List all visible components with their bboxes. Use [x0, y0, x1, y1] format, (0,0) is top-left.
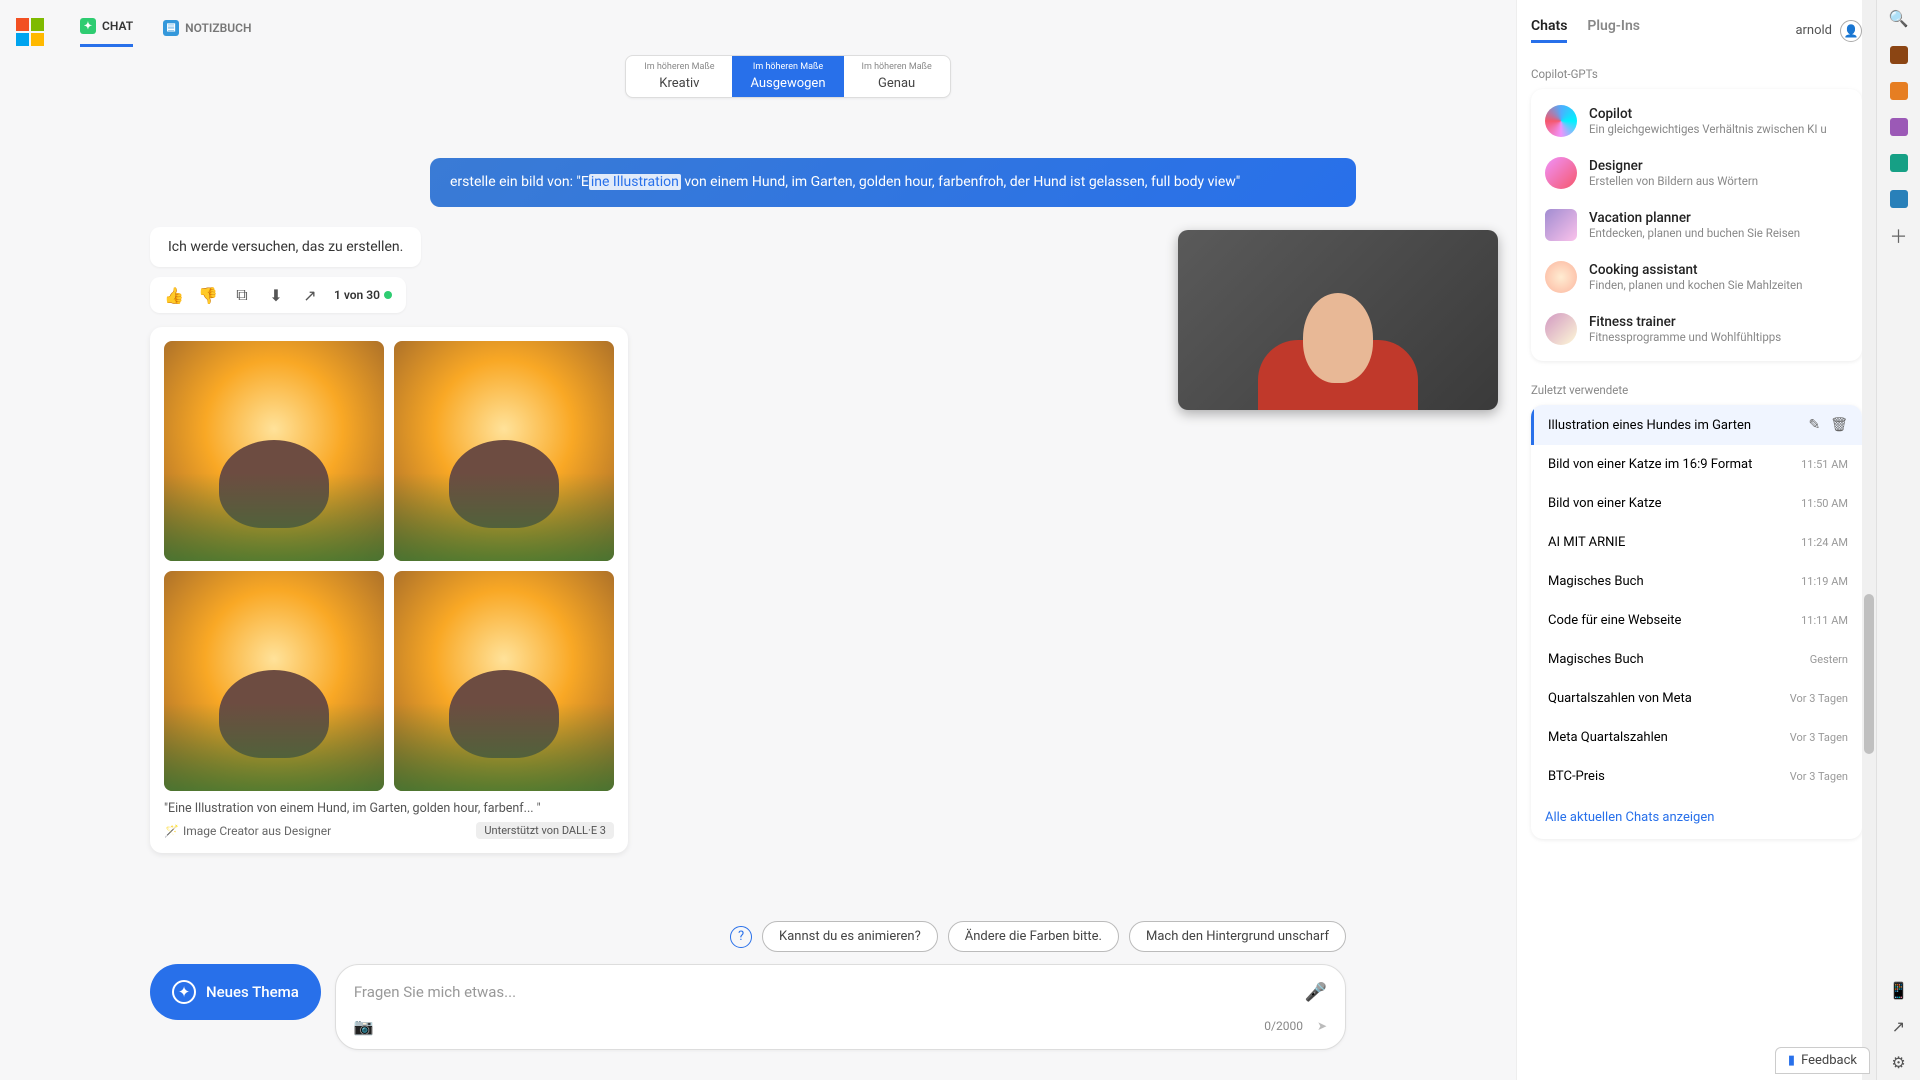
- scrollbar-track[interactable]: [1862, 0, 1876, 1080]
- recent-item[interactable]: Meta QuartalszahlenVor 3 Tagen: [1531, 718, 1862, 757]
- recent-item[interactable]: AI MIT ARNIE11:24 AM: [1531, 523, 1862, 562]
- tab-notebook-label: NOTIZBUCH: [185, 21, 251, 35]
- share-icon[interactable]: ↗: [300, 285, 320, 305]
- gpt-designer[interactable]: DesignerErstellen von Bildern aus Wörter…: [1531, 147, 1862, 199]
- selected-text[interactable]: ine Illustration: [589, 174, 681, 190]
- dumbbell-icon: [1545, 313, 1577, 345]
- gpt-copilot[interactable]: CopilotEin gleichgewichtiges Verhältnis …: [1531, 95, 1862, 147]
- edge-app-2-icon[interactable]: [1890, 82, 1908, 100]
- style-precise[interactable]: Im höheren Maße Genau: [844, 56, 950, 97]
- conversation-style-toggle: Im höheren Maße Kreativ Im höheren Maße …: [625, 55, 950, 98]
- feedback-button[interactable]: ▮ Feedback: [1775, 1047, 1870, 1074]
- edit-icon[interactable]: ✎: [1808, 417, 1820, 433]
- status-dot-icon: [384, 291, 392, 299]
- delete-icon[interactable]: 🗑: [1830, 417, 1848, 433]
- tab-chat-label: CHAT: [102, 19, 133, 33]
- edge-app-1-icon[interactable]: [1890, 46, 1908, 64]
- download-icon[interactable]: ⬇: [266, 285, 286, 305]
- scrollbar-thumb[interactable]: [1864, 594, 1874, 754]
- char-counter: 0/2000: [1264, 1019, 1303, 1033]
- tab-chat[interactable]: ✦ CHAT: [80, 18, 133, 47]
- show-all-chats[interactable]: Alle aktuellen Chats anzeigen: [1531, 796, 1862, 839]
- turn-counter: 1 von 30: [334, 288, 392, 302]
- notebook-icon: ▤: [163, 20, 179, 36]
- microphone-icon[interactable]: 🎤: [1305, 982, 1327, 1003]
- suggestion-3[interactable]: Mach den Hintergrund unscharf: [1129, 921, 1346, 952]
- gpt-vacation[interactable]: Vacation plannerEntdecken, planen und bu…: [1531, 199, 1862, 251]
- copilot-gpts-label: Copilot-GPTs: [1531, 67, 1862, 81]
- recent-item[interactable]: Bild von einer Katze im 16:9 Format11:51…: [1531, 445, 1862, 484]
- chat-input[interactable]: [354, 983, 1305, 1001]
- edge-app-5-icon[interactable]: [1890, 190, 1908, 208]
- image-caption: "Eine Illustration von einem Hund, im Ga…: [164, 801, 614, 816]
- center-column: ✦ CHAT ▤ NOTIZBUCH Im höheren Maße Kreat…: [60, 0, 1516, 1080]
- user-avatar-icon: 👤: [1840, 20, 1862, 42]
- feedback-icon: ▮: [1788, 1053, 1795, 1068]
- gpt-fitness[interactable]: Fitness trainerFitnessprogramme und Wohl…: [1531, 303, 1862, 355]
- generated-image-2[interactable]: [394, 341, 614, 561]
- search-icon[interactable]: 🔍: [1889, 8, 1909, 28]
- edge-sidebar: 🔍 ＋ 📱 ↗ ⚙: [1876, 0, 1920, 1080]
- webcam-overlay[interactable]: [1178, 230, 1498, 410]
- copy-icon[interactable]: ⧉: [232, 285, 252, 305]
- input-row: ✦ Neues Thema 🎤 📷 0/2000 ➤: [150, 964, 1346, 1050]
- assistant-message: Ich werde versuchen, das zu erstellen.: [150, 227, 421, 267]
- chat-input-box: 🎤 📷 0/2000 ➤: [335, 964, 1346, 1050]
- tab-notebook[interactable]: ▤ NOTIZBUCH: [163, 18, 251, 47]
- generated-image-4[interactable]: [394, 571, 614, 791]
- suggestion-2[interactable]: Ändere die Farben bitte.: [948, 921, 1119, 952]
- donut-icon: [1545, 261, 1577, 293]
- right-sidebar: Chats Plug-Ins arnold 👤 Copilot-GPTs Cop…: [1516, 0, 1876, 1080]
- recent-item[interactable]: Illustration eines Hundes im Garten ✎🗑: [1531, 405, 1862, 445]
- new-topic-button[interactable]: ✦ Neues Thema: [150, 964, 321, 1020]
- add-app-icon[interactable]: ＋: [1889, 226, 1909, 246]
- gpt-cooking[interactable]: Cooking assistantFinden, planen und koch…: [1531, 251, 1862, 303]
- chat-icon: ✦: [80, 18, 96, 34]
- user-message: erstelle ein bild von: "Eine Illustratio…: [430, 158, 1356, 207]
- wand-icon: 🪄: [164, 824, 179, 838]
- microsoft-logo[interactable]: [16, 18, 44, 46]
- tab-chats[interactable]: Chats: [1531, 18, 1567, 43]
- style-balanced[interactable]: Im höheren Maße Ausgewogen: [732, 56, 843, 97]
- recent-item[interactable]: Magisches Buch11:19 AM: [1531, 562, 1862, 601]
- suggestion-row: ? Kannst du es animieren? Ändere die Far…: [60, 921, 1516, 952]
- dalle-badge: Unterstützt von DALL·E 3: [476, 822, 614, 839]
- gpt-list: CopilotEin gleichgewichtiges Verhältnis …: [1531, 89, 1862, 361]
- suitcase-icon: [1545, 209, 1577, 241]
- phone-icon[interactable]: 📱: [1889, 980, 1909, 1000]
- camera-icon[interactable]: 📷: [354, 1017, 374, 1036]
- recent-item[interactable]: BTC-PreisVor 3 Tagen: [1531, 757, 1862, 796]
- gear-icon[interactable]: ⚙: [1889, 1052, 1909, 1072]
- copilot-icon: [1545, 105, 1577, 137]
- recent-item[interactable]: Quartalszahlen von MetaVor 3 Tagen: [1531, 679, 1862, 718]
- external-link-icon[interactable]: ↗: [1889, 1016, 1909, 1036]
- thumbs-down-icon[interactable]: 👎: [198, 285, 218, 305]
- recent-chats-list: Illustration eines Hundes im Garten ✎🗑 B…: [1531, 405, 1862, 839]
- generated-image-3[interactable]: [164, 571, 384, 791]
- left-rail: [0, 0, 60, 1080]
- recent-item[interactable]: Code für eine Webseite11:11 AM: [1531, 601, 1862, 640]
- send-icon[interactable]: ➤: [1317, 1019, 1327, 1033]
- top-tabs: ✦ CHAT ▤ NOTIZBUCH: [80, 0, 1496, 47]
- designer-icon: [1545, 157, 1577, 189]
- thumbs-up-icon[interactable]: 👍: [164, 285, 184, 305]
- style-creative[interactable]: Im höheren Maße Kreativ: [626, 56, 732, 97]
- suggestion-1[interactable]: Kannst du es animieren?: [762, 921, 938, 952]
- suggestion-help-icon[interactable]: ?: [730, 926, 752, 948]
- recent-item[interactable]: Magisches BuchGestern: [1531, 640, 1862, 679]
- tab-plugins[interactable]: Plug-Ins: [1587, 18, 1640, 43]
- generated-image-1[interactable]: [164, 341, 384, 561]
- new-topic-icon: ✦: [172, 980, 196, 1004]
- user-chip[interactable]: arnold 👤: [1795, 20, 1862, 42]
- recent-label: Zuletzt verwendete: [1531, 383, 1862, 397]
- recent-item[interactable]: Bild von einer Katze11:50 AM: [1531, 484, 1862, 523]
- message-actions: 👍 👎 ⧉ ⬇ ↗ 1 von 30: [150, 277, 406, 313]
- image-creator-source[interactable]: 🪄Image Creator aus Designer: [164, 824, 331, 838]
- edge-app-4-icon[interactable]: [1890, 154, 1908, 172]
- edge-app-3-icon[interactable]: [1890, 118, 1908, 136]
- image-result-card: "Eine Illustration von einem Hund, im Ga…: [150, 327, 628, 853]
